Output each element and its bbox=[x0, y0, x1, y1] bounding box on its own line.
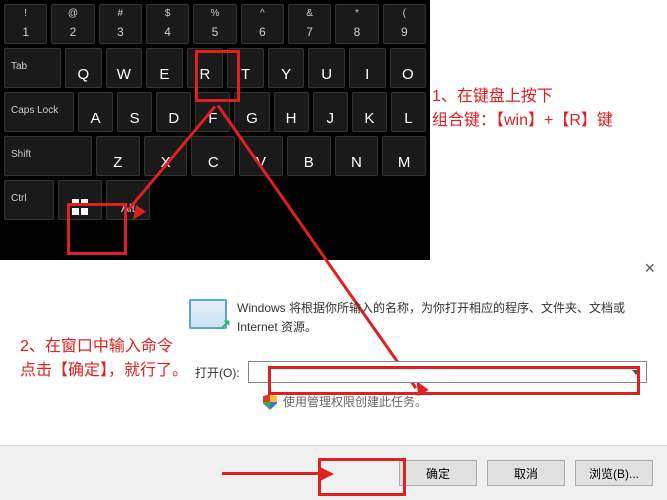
key-h: H bbox=[274, 92, 309, 132]
run-dialog-icon bbox=[189, 299, 227, 329]
open-label: 打开(O): bbox=[195, 364, 240, 381]
key-2: @2 bbox=[51, 4, 94, 44]
key-s: S bbox=[117, 92, 152, 132]
key-n: N bbox=[335, 136, 379, 176]
shift-key: Shift bbox=[4, 136, 92, 176]
shield-icon bbox=[263, 394, 277, 410]
dialog-description: Windows 将根据你所输入的名称，为你打开相应的程序、文件夹、文档或 Int… bbox=[237, 299, 651, 337]
open-input[interactable] bbox=[248, 361, 647, 383]
arrow-head-ok bbox=[318, 466, 334, 482]
key-u: U bbox=[308, 48, 345, 88]
key-w: W bbox=[106, 48, 143, 88]
key-t: T bbox=[227, 48, 264, 88]
annotation-step2: 2、在窗口中输入命令 点击【确定】，就行了。 bbox=[20, 335, 188, 383]
arrow-to-ok bbox=[222, 472, 322, 475]
key-6: ^6 bbox=[241, 4, 284, 44]
key-5: %5 bbox=[193, 4, 236, 44]
key-o: O bbox=[390, 48, 427, 88]
key-k: K bbox=[352, 92, 387, 132]
key-a: A bbox=[78, 92, 113, 132]
key-c: C bbox=[191, 136, 235, 176]
key-8: *8 bbox=[335, 4, 378, 44]
capslock-key: Caps Lock bbox=[4, 92, 74, 132]
key-m: M bbox=[382, 136, 426, 176]
close-icon[interactable]: × bbox=[644, 258, 655, 279]
key-i: I bbox=[349, 48, 386, 88]
key-4: $4 bbox=[146, 4, 189, 44]
key-7: &7 bbox=[288, 4, 331, 44]
key-g: G bbox=[234, 92, 269, 132]
admin-text: 使用管理权限创建此任务。 bbox=[283, 393, 427, 410]
ok-button[interactable]: 确定 bbox=[399, 460, 477, 486]
key-y: Y bbox=[268, 48, 305, 88]
browse-button[interactable]: 浏览(B)... bbox=[575, 460, 653, 486]
win-key bbox=[58, 180, 102, 220]
key-j: J bbox=[313, 92, 348, 132]
ctrl-key: Ctrl bbox=[4, 180, 54, 220]
key-b: B bbox=[287, 136, 331, 176]
key-z: Z bbox=[96, 136, 140, 176]
key-e: E bbox=[146, 48, 183, 88]
key-x: X bbox=[144, 136, 188, 176]
keyboard: !1@2#3$4%5^6&7*8(9 Tab QWERTYUIO Caps Lo… bbox=[0, 0, 430, 260]
key-9: (9 bbox=[383, 4, 426, 44]
key-r: R bbox=[187, 48, 224, 88]
key-1: !1 bbox=[4, 4, 47, 44]
cancel-button[interactable]: 取消 bbox=[487, 460, 565, 486]
annotation-step1: 1、在键盘上按下 组合键：【win】+【R】键 bbox=[432, 85, 613, 133]
key-d: D bbox=[156, 92, 191, 132]
key-q: Q bbox=[65, 48, 102, 88]
key-l: L bbox=[391, 92, 426, 132]
run-dialog: Windows 将根据你所输入的名称，为你打开相应的程序、文件夹、文档或 Int… bbox=[185, 295, 655, 410]
key-3: #3 bbox=[99, 4, 142, 44]
tab-key: Tab bbox=[4, 48, 61, 88]
windows-logo-icon bbox=[72, 199, 88, 215]
